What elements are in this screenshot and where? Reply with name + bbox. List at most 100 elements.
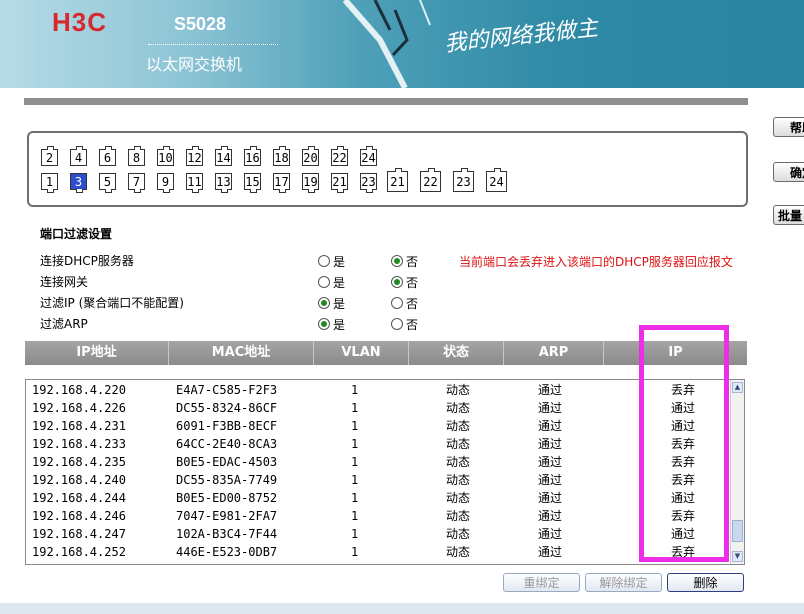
table-row[interactable]: 192.168.4.235 B0E5-EDAC-4503 1 动态 通过 丢弃: [26, 453, 730, 471]
table-row[interactable]: 192.168.4.231 6091-F3BB-8ECF 1 动态 通过 通过: [26, 417, 730, 435]
port-19[interactable]: 19: [302, 173, 319, 193]
port-24[interactable]: 24: [360, 146, 377, 166]
cell-ip: 通过: [671, 491, 696, 505]
cell-vlan: 1: [351, 545, 359, 559]
cell-ip: 丢弃: [671, 437, 696, 451]
port-16[interactable]: 16: [244, 146, 261, 166]
table-row[interactable]: 192.168.4.247 102A-B3C4-7F44 1 动态 通过 通过: [26, 525, 730, 543]
header-divider: [148, 44, 278, 45]
cell-ip-address: 192.168.4.244: [32, 491, 126, 505]
cell-ip: 通过: [671, 527, 696, 541]
port-3-selected[interactable]: 3: [70, 173, 87, 193]
filter-arp-label: 过滤ARP: [40, 317, 88, 331]
port-11[interactable]: 11: [186, 173, 203, 193]
cell-status: 动态: [446, 401, 471, 415]
port-22[interactable]: 22: [331, 146, 348, 166]
table-scrollbar[interactable]: ▲ ▼: [730, 380, 744, 564]
port-2[interactable]: 2: [41, 146, 58, 166]
cell-mac-address: 64CC-2E40-8CA3: [176, 437, 278, 451]
batch-button[interactable]: 批量: [773, 205, 804, 225]
help-button[interactable]: 帮助: [773, 117, 804, 137]
header-banner: H3C S5028 以太网交换机 我的网络我做主: [0, 0, 804, 88]
dhcp-server-no-radio[interactable]: [391, 255, 403, 267]
confirm-button[interactable]: 确定: [773, 162, 804, 182]
col-status[interactable]: 状态: [409, 341, 504, 365]
unbind-button[interactable]: 解除绑定: [585, 573, 662, 592]
cell-status: 动态: [446, 419, 471, 433]
radio-label-yes: 是: [333, 276, 346, 290]
port-20[interactable]: 20: [302, 146, 319, 166]
port-7[interactable]: 7: [128, 173, 145, 193]
port-13[interactable]: 13: [215, 173, 232, 193]
scroll-up-icon[interactable]: ▲: [732, 382, 743, 393]
port-22-combo[interactable]: 22: [420, 168, 441, 192]
binding-table: 192.168.4.220 E4A7-C585-F2F3 1 动态 通过 丢弃 192.16…: [25, 379, 745, 565]
cell-status: 动态: [446, 545, 471, 559]
cell-ip: 丢弃: [671, 545, 696, 559]
port-23[interactable]: 23: [360, 173, 377, 193]
scroll-down-icon[interactable]: ▼: [732, 551, 743, 562]
port-21-combo[interactable]: 21: [387, 168, 408, 192]
table-row[interactable]: 192.168.4.220 E4A7-C585-F2F3 1 动态 通过 丢弃: [26, 381, 730, 399]
top-divider-bar: [24, 98, 748, 105]
cell-arp: 通过: [538, 437, 563, 451]
slogan: 我的网络我做主: [443, 16, 600, 57]
port-panel: 2 4 6 8 10 12 14 16 18 20 22 24 1 3 5 7 …: [27, 131, 748, 207]
table-row[interactable]: 192.168.4.240 DC55-835A-7749 1 动态 通过 丢弃: [26, 471, 730, 489]
port-24-combo[interactable]: 24: [486, 168, 507, 192]
col-ip-address[interactable]: IP地址: [25, 341, 169, 365]
cell-vlan: 1: [351, 383, 359, 397]
dhcp-server-yes-radio[interactable]: [318, 255, 330, 267]
port-8[interactable]: 8: [128, 146, 145, 166]
col-arp[interactable]: ARP: [504, 341, 604, 365]
port-6[interactable]: 6: [99, 146, 116, 166]
port-12[interactable]: 12: [186, 146, 203, 166]
filter-ip-no-radio[interactable]: [391, 297, 403, 309]
port-14[interactable]: 14: [215, 146, 232, 166]
radio-label-no: 否: [406, 255, 419, 269]
port-23-combo[interactable]: 23: [453, 168, 474, 192]
filter-arp-yes-radio[interactable]: [318, 318, 330, 330]
cell-ip: 丢弃: [671, 509, 696, 523]
table-row[interactable]: 192.168.4.226 DC55-8324-86CF 1 动态 通过 通过: [26, 399, 730, 417]
filter-arp-no-radio[interactable]: [391, 318, 403, 330]
dhcp-warning-note: 当前端口会丢弃进入该端口的DHCP服务器回应报文: [459, 255, 733, 269]
table-row[interactable]: 192.168.4.233 64CC-2E40-8CA3 1 动态 通过 丢弃: [26, 435, 730, 453]
port-18[interactable]: 18: [273, 146, 290, 166]
gateway-yes-radio[interactable]: [318, 276, 330, 288]
delete-button[interactable]: 删除: [667, 573, 744, 592]
cell-mac-address: DC55-8324-86CF: [176, 401, 278, 415]
filter-ip-label: 过滤IP (聚合端口不能配置): [40, 296, 184, 310]
cell-vlan: 1: [351, 491, 359, 505]
radio-label-yes: 是: [333, 318, 346, 332]
rebind-button[interactable]: 重绑定: [503, 573, 580, 592]
port-4[interactable]: 4: [70, 146, 87, 166]
radio-label-no: 否: [406, 297, 419, 311]
port-17[interactable]: 17: [273, 173, 290, 193]
cell-ip-address: 192.168.4.252: [32, 545, 126, 559]
port-15[interactable]: 15: [244, 173, 261, 193]
col-mac-address[interactable]: MAC地址: [169, 341, 314, 365]
cell-mac-address: 446E-E523-0DB7: [176, 545, 278, 559]
port-9[interactable]: 9: [157, 173, 174, 193]
cell-ip-address: 192.168.4.247: [32, 527, 126, 541]
brand-logo: H3C: [52, 7, 108, 37]
cell-mac-address: 102A-B3C4-7F44: [176, 527, 278, 541]
cell-mac-address: B0E5-EDAC-4503: [176, 455, 278, 469]
cell-vlan: 1: [351, 455, 359, 469]
section-title: 端口过滤设置: [40, 227, 113, 241]
table-row[interactable]: 192.168.4.252 446E-E523-0DB7 1 动态 通过 丢弃: [26, 543, 730, 561]
filter-ip-yes-radio[interactable]: [318, 297, 330, 309]
port-21[interactable]: 21: [331, 173, 348, 193]
table-row[interactable]: 192.168.4.246 7047-E981-2FA7 1 动态 通过 丢弃: [26, 507, 730, 525]
port-10[interactable]: 10: [157, 146, 174, 166]
col-ip[interactable]: IP: [604, 341, 747, 365]
scroll-thumb[interactable]: [732, 520, 743, 542]
col-vlan[interactable]: VLAN: [314, 341, 409, 365]
port-5[interactable]: 5: [99, 173, 116, 193]
port-1[interactable]: 1: [41, 173, 58, 193]
radio-label-yes: 是: [333, 255, 346, 269]
table-row[interactable]: 192.168.4.244 B0E5-ED00-8752 1 动态 通过 通过: [26, 489, 730, 507]
cell-ip-address: 192.168.4.233: [32, 437, 126, 451]
gateway-no-radio[interactable]: [391, 276, 403, 288]
